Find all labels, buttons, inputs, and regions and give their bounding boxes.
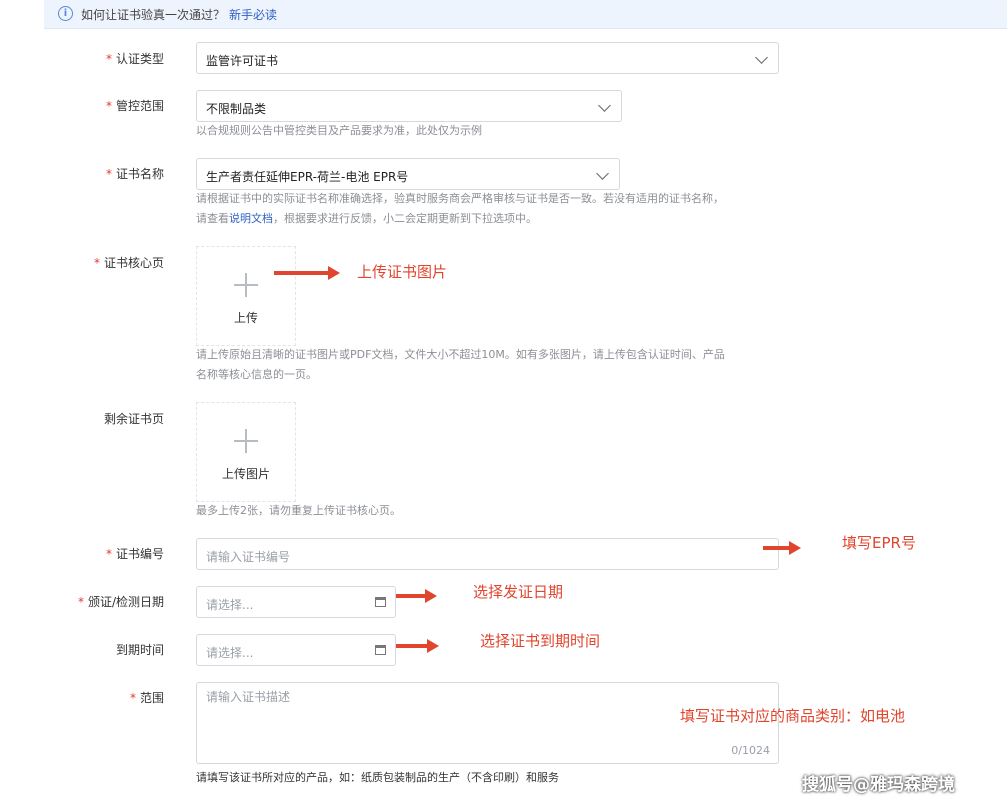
cert-no-label: * 证书编号 <box>105 547 164 561</box>
scope-label: * 范围 <box>129 691 164 705</box>
other-pages-label: 剩余证书页 <box>103 412 164 426</box>
annotation-arrow <box>763 541 801 555</box>
control-scope-help: 以合规规则公告中管控类目及产品要求为准，此处仅为示例 <box>196 124 482 137</box>
other-pages-help: 最多上传2张，请勿重复上传证书核心页。 <box>196 504 401 517</box>
calendar-icon <box>375 645 386 655</box>
docs-link[interactable]: 说明文档 <box>229 212 273 225</box>
annotation-issue-date: 选择发证日期 <box>473 583 564 601</box>
core-page-help: 请上传原始且清晰的证书图片或PDF文档，文件大小不超过10M。如有多张图片，请上… <box>196 348 725 381</box>
control-scope-label: * 管控范围 <box>105 99 164 113</box>
plus-icon <box>234 273 258 297</box>
banner-text: 如何让证书验真一次通过？ <box>81 8 226 22</box>
chevron-down-icon <box>598 99 611 112</box>
cert-name-label: * 证书名称 <box>105 167 164 181</box>
expiry-label: 到期时间 <box>115 643 164 657</box>
annotation-expiry: 选择证书到期时间 <box>480 632 601 650</box>
core-page-label: * 证书核心页 <box>93 256 164 270</box>
issue-date-picker[interactable]: 请选择... <box>196 586 396 618</box>
notice-banner: i 如何让证书验真一次通过？ 新手必读 <box>44 0 1007 29</box>
cert-name-select[interactable]: 生产者责任延伸EPR-荷兰-电池 EPR号 <box>196 158 620 190</box>
issue-date-label: * 颁证/检测日期 <box>77 595 164 609</box>
info-icon: i <box>58 6 73 21</box>
chevron-down-icon <box>596 167 609 180</box>
cert-type-label: * 认证类型 <box>105 52 164 66</box>
annotation-upload: 上传证书图片 <box>357 263 448 281</box>
chevron-down-icon <box>755 51 768 64</box>
plus-icon <box>234 429 258 453</box>
other-pages-upload[interactable]: 上传图片 <box>196 402 296 502</box>
watermark: 搜狐号@雅玛森跨境 <box>802 775 955 795</box>
cert-no-input[interactable]: 请输入证书编号 <box>196 538 779 570</box>
annotation-arrow <box>396 589 437 603</box>
annotation-arrow <box>274 266 340 280</box>
annotation-arrow <box>396 639 439 653</box>
cert-name-help: 请根据证书中的实际证书名称准确选择，验真时服务商会严格审核与证书是否一致。若没有… <box>196 192 724 225</box>
control-scope-select[interactable]: 不限制品类 <box>196 90 622 122</box>
calendar-icon <box>375 597 386 607</box>
core-page-upload[interactable]: 上传 <box>196 246 296 346</box>
cert-type-select[interactable]: 监管许可证书 <box>196 42 779 74</box>
expiry-date-picker[interactable]: 请选择... <box>196 634 396 666</box>
annotation-scope: 填写证书对应的商品类别：如电池 <box>680 707 906 725</box>
scope-help: 请填写该证书所对应的产品，如：纸质包装制品的生产（不含印刷）和服务 <box>196 771 559 784</box>
annotation-epr: 填写EPR号 <box>842 534 916 552</box>
newbie-guide-link[interactable]: 新手必读 <box>229 8 277 22</box>
char-counter: 0/1024 <box>731 744 770 757</box>
